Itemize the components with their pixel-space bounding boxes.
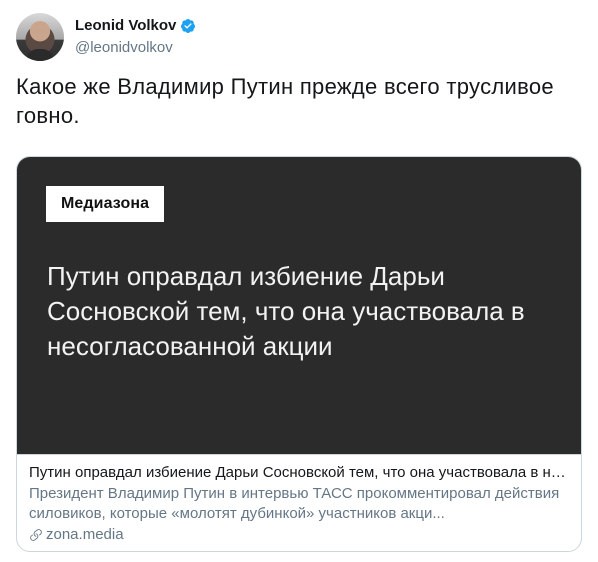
card-title: Путин оправдал избиение Дарьи Сосновской… — [29, 464, 569, 481]
tweet-text: Какое же Владимир Путин прежде всего тру… — [16, 74, 554, 128]
card-domain: zona.media — [29, 525, 569, 545]
author-handle[interactable]: @leonidvolkov — [75, 39, 173, 56]
author-name-row[interactable]: Leonid Volkov — [75, 17, 196, 34]
card-meta[interactable]: Путин оправдал избиение Дарьи Сосновской… — [17, 454, 581, 551]
link-icon — [29, 528, 43, 542]
card-headline: Путин оправдал избиение Дарьи Сосновской… — [47, 261, 525, 361]
card-domain-text: zona.media — [46, 526, 124, 543]
tweet-header: Leonid Volkov @leonidvolkov — [16, 13, 576, 61]
card-description: Президент Владимир Путин в интервью ТАСС… — [29, 485, 560, 522]
link-card[interactable]: Медиазона Путин оправдал избиение Дарьи … — [16, 156, 582, 552]
verified-badge-icon — [180, 18, 196, 34]
card-logo: Медиазона — [46, 186, 165, 222]
author-display-name[interactable]: Leonid Volkov — [75, 17, 176, 34]
card-image[interactable]: Медиазона Путин оправдал избиение Дарьи … — [17, 157, 581, 454]
avatar[interactable] — [16, 13, 64, 61]
